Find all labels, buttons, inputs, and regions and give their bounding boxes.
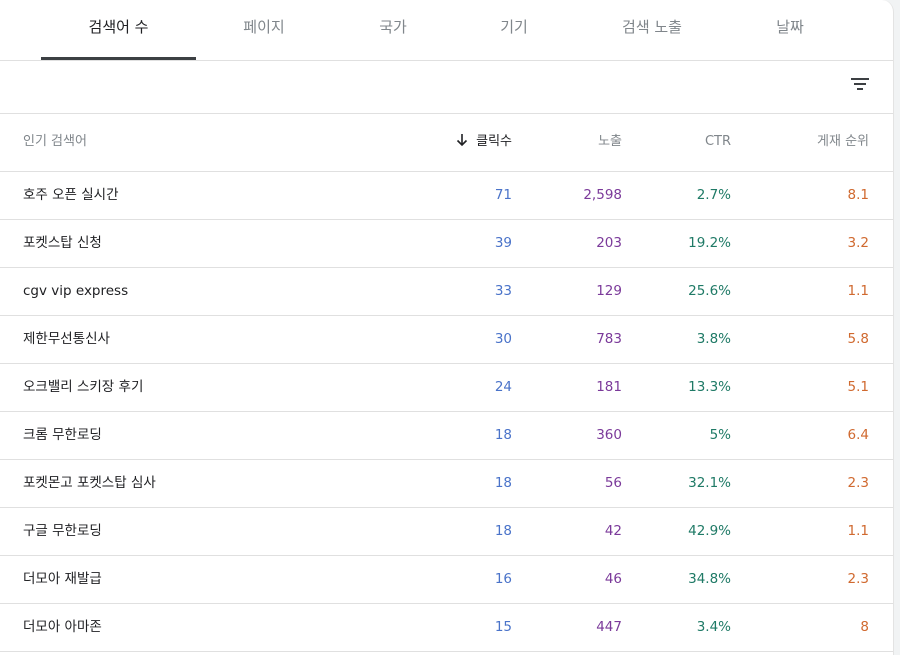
query-cell: 크롬 무한로딩 — [23, 427, 102, 443]
ctr-cell: 13.3% — [688, 379, 731, 395]
clicks-cell: 15 — [494, 619, 512, 635]
impressions-cell: 129 — [596, 283, 622, 299]
tab-queries[interactable]: 검색어 수 — [41, 0, 196, 60]
table-toolbar — [0, 61, 893, 114]
clicks-cell: 18 — [494, 523, 512, 539]
query-cell: 호주 오픈 실시간 — [23, 187, 119, 203]
clicks-cell: 16 — [494, 571, 512, 587]
tab-dates[interactable]: 날짜 — [730, 0, 850, 60]
position-cell: 5.8 — [847, 331, 869, 347]
query-cell: 포켓몬고 포켓스탑 심사 — [23, 475, 156, 491]
impressions-cell: 46 — [604, 571, 622, 587]
clicks-cell: 24 — [494, 379, 512, 395]
ctr-cell: 3.8% — [696, 331, 731, 347]
tab-bar: 검색어 수 페이지 국가 기기 검색 노출 날짜 — [0, 0, 893, 61]
ctr-cell: 19.2% — [688, 235, 731, 251]
ctr-cell: 5% — [709, 427, 731, 443]
query-cell: 제한무선통신사 — [23, 331, 110, 347]
tab-devices[interactable]: 기기 — [454, 0, 574, 60]
ctr-cell: 3.4% — [696, 619, 731, 635]
table-row[interactable]: 호주 오픈 실시간 71 2,598 2.7% 8.1 — [0, 172, 893, 220]
impressions-cell: 56 — [604, 475, 622, 491]
impressions-cell: 203 — [596, 235, 622, 251]
query-cell: 더모아 아마존 — [23, 619, 102, 635]
position-cell: 2.3 — [847, 475, 869, 491]
query-cell: 오크밸리 스키장 후기 — [23, 379, 144, 395]
position-cell: 8.1 — [847, 187, 869, 203]
impressions-cell: 447 — [596, 619, 622, 635]
position-cell: 1.1 — [847, 523, 869, 539]
position-cell: 8 — [860, 619, 869, 635]
tab-search-appearance[interactable]: 검색 노출 — [574, 0, 730, 60]
clicks-cell: 18 — [494, 475, 512, 491]
table-row[interactable]: 더모아 재발급 16 46 34.8% 2.3 — [0, 556, 893, 604]
active-tab-indicator — [41, 57, 196, 60]
header-position[interactable]: 게재 순위 — [817, 114, 869, 170]
table-row[interactable]: 크롬 무한로딩 18 360 5% 6.4 — [0, 412, 893, 460]
header-ctr[interactable]: CTR — [705, 114, 731, 170]
tab-pages[interactable]: 페이지 — [196, 0, 332, 60]
ctr-cell: 32.1% — [688, 475, 731, 491]
table-row[interactable]: 구글 무한로딩 18 42 42.9% 1.1 — [0, 508, 893, 556]
position-cell: 5.1 — [847, 379, 869, 395]
clicks-cell: 33 — [494, 283, 512, 299]
impressions-cell: 181 — [596, 379, 622, 395]
header-clicks-label: 클릭수 — [476, 134, 512, 149]
impressions-cell: 42 — [604, 523, 622, 539]
ctr-cell: 25.6% — [688, 283, 731, 299]
table-row[interactable]: cgv vip express 33 129 25.6% 1.1 — [0, 268, 893, 316]
query-cell: 구글 무한로딩 — [23, 523, 102, 539]
position-cell: 3.2 — [847, 235, 869, 251]
table-row[interactable]: 제한무선통신사 30 783 3.8% 5.8 — [0, 316, 893, 364]
position-cell: 2.3 — [847, 571, 869, 587]
table-row[interactable]: 포켓스탑 신청 39 203 19.2% 3.2 — [0, 220, 893, 268]
ctr-cell: 34.8% — [688, 571, 731, 587]
arrow-down-icon — [457, 134, 468, 147]
position-cell: 6.4 — [847, 427, 869, 443]
table-row[interactable]: 포켓몬고 포켓스탑 심사 18 56 32.1% 2.3 — [0, 460, 893, 508]
header-clicks[interactable]: 클릭수 — [456, 114, 512, 170]
impressions-cell: 783 — [596, 331, 622, 347]
position-cell: 1.1 — [847, 283, 869, 299]
table-row[interactable]: 더모아 아마존 15 447 3.4% 8 — [0, 604, 893, 652]
filter-icon — [851, 78, 869, 90]
header-query[interactable]: 인기 검색어 — [23, 114, 87, 170]
header-impressions[interactable]: 노출 — [598, 114, 622, 170]
query-cell: cgv vip express — [23, 283, 129, 299]
performance-card: 검색어 수 페이지 국가 기기 검색 노출 날짜 인기 검색어 클릭수 노출 C… — [0, 0, 894, 655]
query-cell: 더모아 재발급 — [23, 571, 102, 587]
clicks-cell: 71 — [494, 187, 512, 203]
table-header-row: 인기 검색어 클릭수 노출 CTR 게재 순위 — [0, 114, 893, 172]
clicks-cell: 30 — [494, 331, 512, 347]
tab-countries[interactable]: 국가 — [332, 0, 454, 60]
ctr-cell: 42.9% — [688, 523, 731, 539]
queries-table: 인기 검색어 클릭수 노출 CTR 게재 순위 호주 오픈 실시간 71 2,5… — [0, 114, 893, 652]
ctr-cell: 2.7% — [696, 187, 731, 203]
impressions-cell: 360 — [596, 427, 622, 443]
impressions-cell: 2,598 — [583, 187, 622, 203]
clicks-cell: 18 — [494, 427, 512, 443]
filter-button[interactable] — [846, 71, 874, 97]
clicks-cell: 39 — [494, 235, 512, 251]
query-cell: 포켓스탑 신청 — [23, 235, 102, 251]
table-row[interactable]: 오크밸리 스키장 후기 24 181 13.3% 5.1 — [0, 364, 893, 412]
